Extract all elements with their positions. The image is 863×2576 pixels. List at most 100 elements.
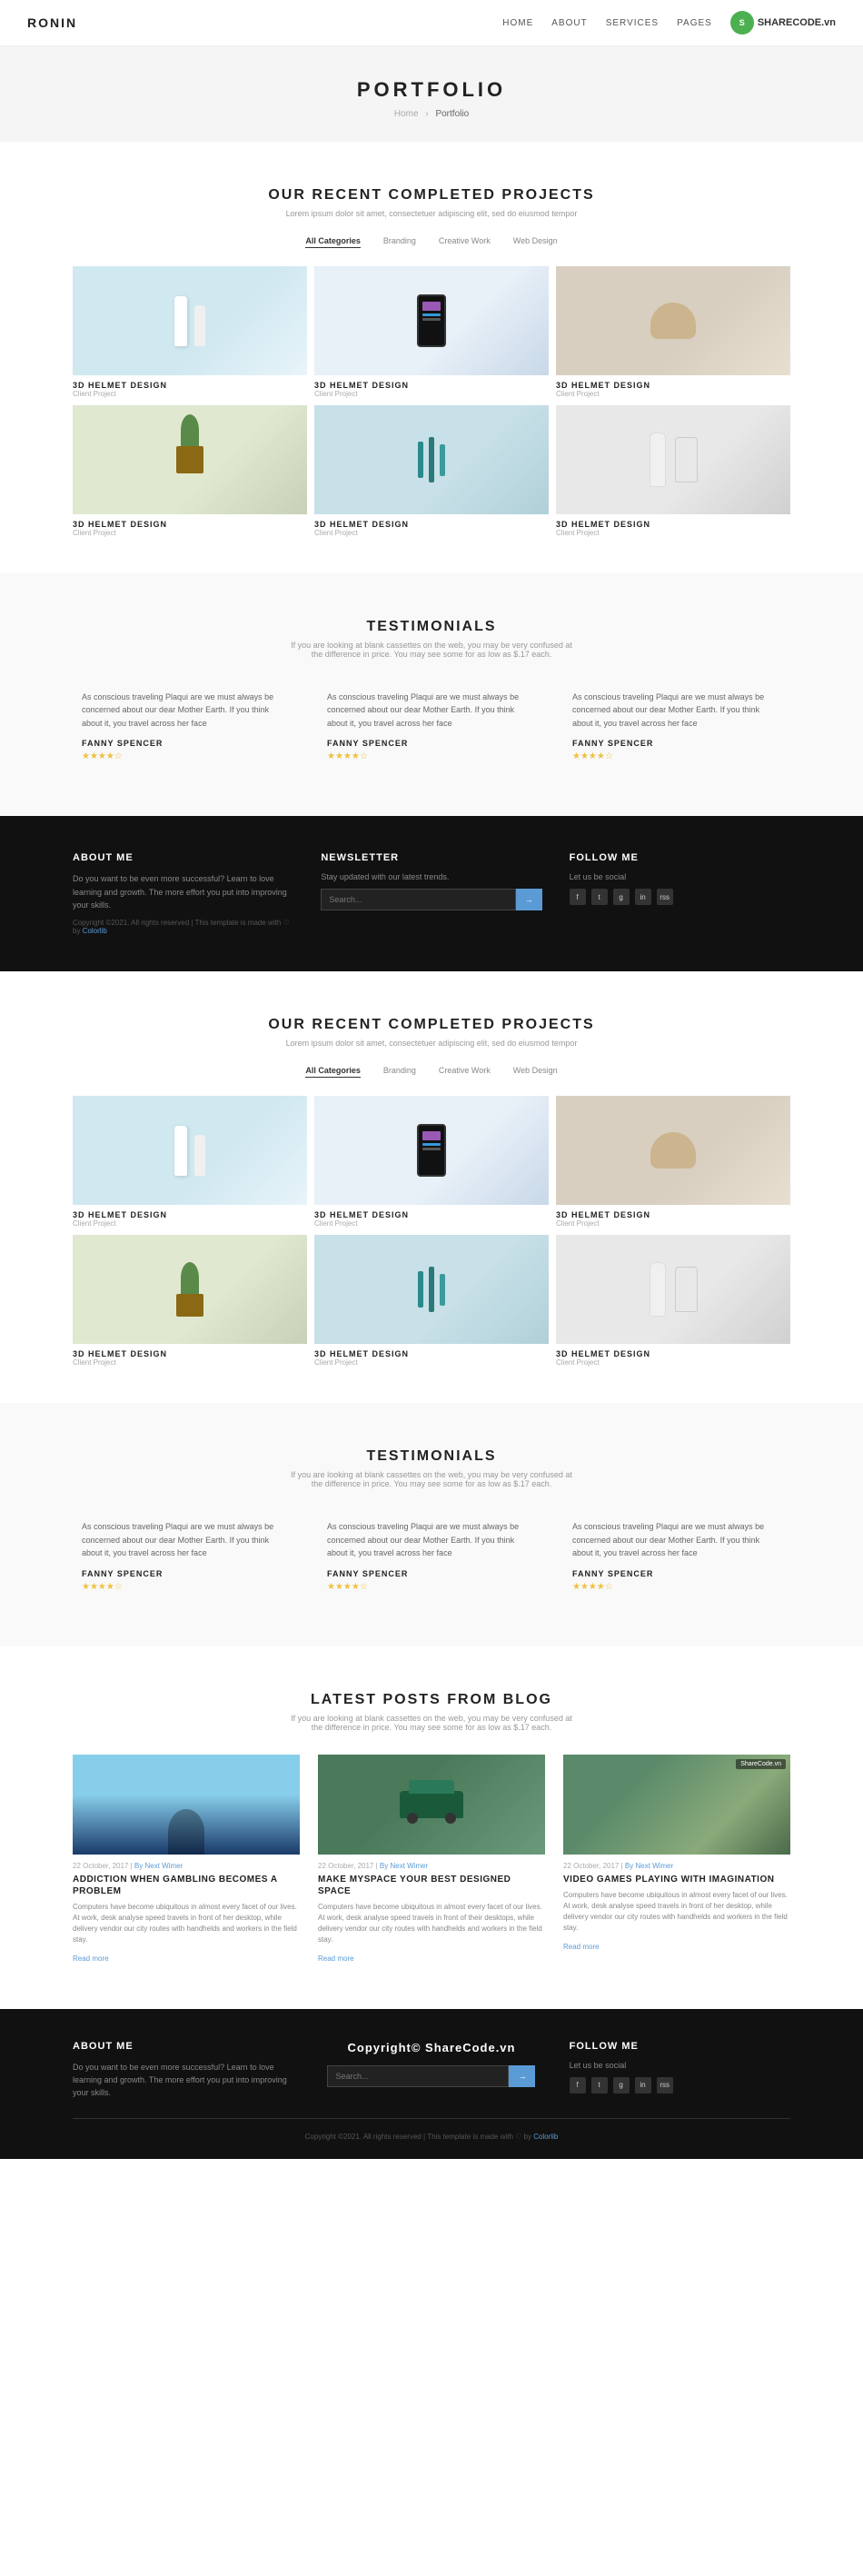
portfolio-caption: 3D HELMET DESIGN Client Project xyxy=(314,375,549,398)
portfolio-item[interactable]: 3D HELMET DESIGN Client Project xyxy=(556,1235,790,1367)
testimonial-card: As conscious traveling Plaqui are we mus… xyxy=(73,681,300,771)
footer-colorlib-link[interactable]: Colorlib xyxy=(533,2133,558,2141)
portfolio-item-title: 3D HELMET DESIGN xyxy=(556,381,790,390)
social-rss-icon[interactable]: rss xyxy=(657,889,673,905)
dark-about-text: Do you want to be even more successful? … xyxy=(73,872,293,911)
breadcrumb: Home › Portfolio xyxy=(18,109,845,119)
testimonial-card: As conscious traveling Plaqui are we mus… xyxy=(318,1511,545,1600)
portfolio-item[interactable]: 3D HELMET DESIGN Client Project xyxy=(73,266,307,398)
social-twitter-icon[interactable]: t xyxy=(591,2077,608,2094)
portfolio-item-title: 3D HELMET DESIGN xyxy=(73,1349,307,1358)
final-col-center: Copyright© ShareCode.vn → xyxy=(321,2041,541,2100)
testimonial-text: As conscious traveling Plaqui are we mus… xyxy=(82,1520,291,1559)
nav-about[interactable]: ABOUT xyxy=(551,18,587,28)
blog-card: 22 October, 2017 | By Next Wimer MAKE MY… xyxy=(318,1755,545,1964)
portfolio-item-title: 3D HELMET DESIGN xyxy=(556,1210,790,1219)
filter-web-1[interactable]: Web Design xyxy=(513,236,558,248)
filter-creative-2[interactable]: Creative Work xyxy=(439,1066,491,1078)
dark-section-1: ABOUT ME Do you want to be even more suc… xyxy=(0,816,863,971)
footer-copyright-text: Copyright ©2021. All rights reserved | T… xyxy=(305,2133,531,2141)
dark-newsletter-subtitle: Stay updated with our latest trends. xyxy=(321,872,541,881)
portfolio-item[interactable]: 3D HELMET DESIGN Client Project xyxy=(73,1096,307,1228)
testimonial-text: As conscious traveling Plaqui are we mus… xyxy=(327,1520,536,1559)
portfolio-item[interactable]: 3D HELMET DESIGN Client Project xyxy=(314,405,549,537)
blog-author: By Next Wimer xyxy=(134,1862,183,1870)
final-newsletter-input[interactable] xyxy=(327,2065,509,2087)
social-twitter-icon[interactable]: t xyxy=(591,889,608,905)
blog-readmore[interactable]: Read more xyxy=(318,1954,354,1963)
blog-author: By Next Wimer xyxy=(380,1862,428,1870)
portfolio-thumb xyxy=(73,405,307,514)
portfolio-item[interactable]: 3D HELMET DESIGN Client Project xyxy=(314,1096,549,1228)
blog-readmore[interactable]: Read more xyxy=(73,1954,109,1963)
portfolio-item-subtitle: Client Project xyxy=(314,1358,549,1367)
blog-card: ShareCode.vn 22 October, 2017 | By Next … xyxy=(563,1755,790,1964)
blog-post-excerpt: Computers have become ubiquitous in almo… xyxy=(318,1902,545,1945)
blog-subtitle: If you are looking at blank cassettes on… xyxy=(73,1714,790,1732)
testimonial-card: As conscious traveling Plaqui are we mus… xyxy=(318,681,545,771)
dark-col-about: ABOUT ME Do you want to be even more suc… xyxy=(73,852,293,935)
final-newsletter-submit[interactable]: → xyxy=(509,2065,535,2087)
social-icons: f t g in rss xyxy=(570,889,790,905)
portfolio-section-2: OUR RECENT COMPLETED PROJECTS Lorem ipsu… xyxy=(0,971,863,1403)
breadcrumb-home[interactable]: Home xyxy=(394,109,419,119)
portfolio-item-subtitle: Client Project xyxy=(73,529,307,537)
blog-card: 22 October, 2017 | By Next Wimer ADDICTI… xyxy=(73,1755,300,1964)
portfolio-item-subtitle: Client Project xyxy=(73,390,307,398)
testimonial-text: As conscious traveling Plaqui are we mus… xyxy=(572,1520,781,1559)
social-google-icon[interactable]: g xyxy=(613,889,630,905)
newsletter-input[interactable] xyxy=(321,889,515,910)
filter-branding-2[interactable]: Branding xyxy=(383,1066,416,1078)
final-about-title: ABOUT ME xyxy=(73,2041,293,2052)
filter-branding-1[interactable]: Branding xyxy=(383,236,416,248)
final-col-follow: FOLLOW ME Let us be social f t g in rss xyxy=(570,2041,790,2100)
blog-title: LATEST POSTS FROM BLOG xyxy=(73,1692,790,1708)
social-google-icon[interactable]: g xyxy=(613,2077,630,2094)
final-newsletter-form: → xyxy=(321,2065,541,2087)
blog-post-title: MAKE MYSPACE YOUR BEST DESIGNED SPACE xyxy=(318,1874,545,1897)
filter-web-2[interactable]: Web Design xyxy=(513,1066,558,1078)
hero: PORTFOLIO Home › Portfolio xyxy=(0,46,863,142)
blog-readmore[interactable]: Read more xyxy=(563,1943,600,1951)
testimonials-section-1: TESTIMONIALS If you are looking at blank… xyxy=(0,573,863,816)
portfolio-caption: 3D HELMET DESIGN Client Project xyxy=(73,514,307,537)
portfolio-item[interactable]: 3D HELMET DESIGN Client Project xyxy=(556,405,790,537)
blog-img-car xyxy=(318,1755,545,1855)
filter-all-2[interactable]: All Categories xyxy=(305,1066,361,1078)
newsletter-form: → xyxy=(321,889,541,910)
nav-pages[interactable]: PAGES xyxy=(677,18,712,28)
portfolio-grid-1: 3D HELMET DESIGN Client Project 3D HELME… xyxy=(73,266,790,537)
final-copyright-center: Copyright© ShareCode.vn xyxy=(321,2041,541,2054)
social-linkedin-icon[interactable]: in xyxy=(635,2077,651,2094)
portfolio-item[interactable]: 3D HELMET DESIGN Client Project xyxy=(73,1235,307,1367)
colorlib-link[interactable]: Colorlib xyxy=(83,927,107,935)
portfolio-item-title: 3D HELMET DESIGN xyxy=(73,381,307,390)
newsletter-submit[interactable]: → xyxy=(516,889,542,910)
portfolio-subtitle-2: Lorem ipsum dolor sit amet, consectetuer… xyxy=(73,1039,790,1048)
portfolio-item[interactable]: 3D HELMET DESIGN Client Project xyxy=(556,1096,790,1228)
portfolio-item-title: 3D HELMET DESIGN xyxy=(314,1349,549,1358)
portfolio-item-subtitle: Client Project xyxy=(556,1219,790,1228)
blog-date: 22 October, 2017 xyxy=(563,1862,619,1870)
testimonial-name: FANNY SPENCER xyxy=(572,1569,781,1578)
nav-services[interactable]: SERVICES xyxy=(606,18,659,28)
navbar: RONIN HOME ABOUT SERVICES PAGES S SHAREC… xyxy=(0,0,863,46)
portfolio-caption: 3D HELMET DESIGN Client Project xyxy=(73,375,307,398)
blog-post-excerpt: Computers have become ubiquitous in almo… xyxy=(563,1890,790,1934)
nav-home[interactable]: HOME xyxy=(502,18,533,28)
social-facebook-icon[interactable]: f xyxy=(570,2077,586,2094)
filter-creative-1[interactable]: Creative Work xyxy=(439,236,491,248)
social-linkedin-icon[interactable]: in xyxy=(635,889,651,905)
portfolio-item[interactable]: 3D HELMET DESIGN Client Project xyxy=(73,405,307,537)
testimonials-title-1: TESTIMONIALS xyxy=(73,619,790,635)
social-rss-icon[interactable]: rss xyxy=(657,2077,673,2094)
filter-tabs-2: All Categories Branding Creative Work We… xyxy=(73,1066,790,1078)
social-facebook-icon[interactable]: f xyxy=(570,889,586,905)
portfolio-item[interactable]: 3D HELMET DESIGN Client Project xyxy=(314,1235,549,1367)
testimonial-card: As conscious traveling Plaqui are we mus… xyxy=(563,681,790,771)
portfolio-item[interactable]: 3D HELMET DESIGN Client Project xyxy=(556,266,790,398)
testimonial-text: As conscious traveling Plaqui are we mus… xyxy=(327,691,536,730)
filter-all-1[interactable]: All Categories xyxy=(305,236,361,248)
testimonial-text: As conscious traveling Plaqui are we mus… xyxy=(82,691,291,730)
portfolio-item[interactable]: 3D HELMET DESIGN Client Project xyxy=(314,266,549,398)
